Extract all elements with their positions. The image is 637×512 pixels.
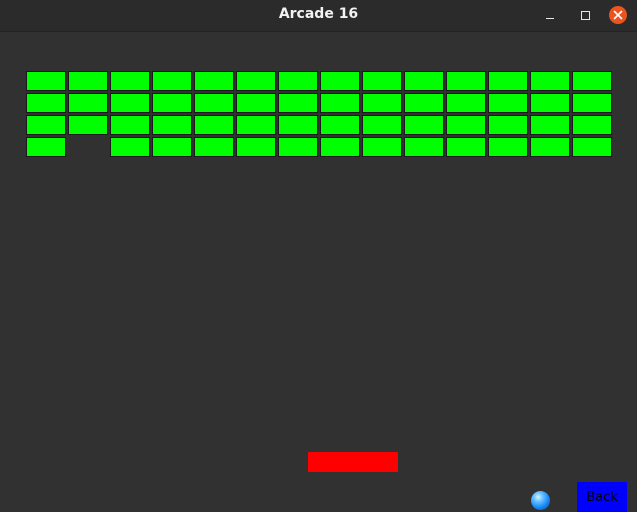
brick: [194, 93, 234, 113]
brick: [320, 93, 360, 113]
brick: [68, 115, 108, 135]
title-bar[interactable]: Arcade 16: [0, 0, 637, 32]
brick: [26, 93, 66, 113]
brick: [572, 71, 612, 91]
minimize-icon: [546, 17, 554, 19]
brick: [152, 93, 192, 113]
maximize-button[interactable]: [574, 4, 596, 26]
brick: [488, 137, 528, 157]
brick: [68, 71, 108, 91]
brick: [236, 137, 276, 157]
brick: [362, 93, 402, 113]
brick: [236, 115, 276, 135]
brick: [404, 137, 444, 157]
brick: [488, 71, 528, 91]
brick: [572, 115, 612, 135]
game-window: Arcade 16 Back: [0, 0, 637, 512]
brick: [320, 115, 360, 135]
close-icon: [609, 6, 627, 24]
brick: [26, 71, 66, 91]
brick: [68, 93, 108, 113]
brick: [236, 93, 276, 113]
brick: [530, 93, 570, 113]
brick: [446, 137, 486, 157]
brick: [404, 71, 444, 91]
brick: [572, 137, 612, 157]
brick: [446, 115, 486, 135]
brick: [194, 71, 234, 91]
brick: [446, 71, 486, 91]
brick: [278, 137, 318, 157]
brick: [446, 93, 486, 113]
brick: [278, 115, 318, 135]
brick: [152, 137, 192, 157]
brick: [152, 71, 192, 91]
brick: [572, 93, 612, 113]
brick: [488, 93, 528, 113]
paddle[interactable]: [308, 452, 398, 472]
brick: [320, 71, 360, 91]
brick: [194, 115, 234, 135]
close-button[interactable]: [607, 4, 629, 26]
brick: [26, 137, 66, 157]
brick: [362, 71, 402, 91]
brick: [26, 115, 66, 135]
ball-icon: [531, 491, 550, 510]
brick: [110, 137, 150, 157]
game-canvas[interactable]: Back: [0, 32, 637, 512]
minimize-button[interactable]: [539, 4, 561, 26]
brick: [530, 115, 570, 135]
brick: [404, 115, 444, 135]
brick: [194, 137, 234, 157]
maximize-icon: [580, 10, 590, 20]
brick: [404, 93, 444, 113]
brick: [110, 93, 150, 113]
brick: [110, 115, 150, 135]
brick: [110, 71, 150, 91]
brick: [362, 137, 402, 157]
brick: [278, 71, 318, 91]
brick: [278, 93, 318, 113]
back-button[interactable]: Back: [577, 482, 627, 512]
brick: [530, 71, 570, 91]
brick: [320, 137, 360, 157]
brick: [530, 137, 570, 157]
brick: [362, 115, 402, 135]
brick: [152, 115, 192, 135]
brick: [236, 71, 276, 91]
brick: [488, 115, 528, 135]
